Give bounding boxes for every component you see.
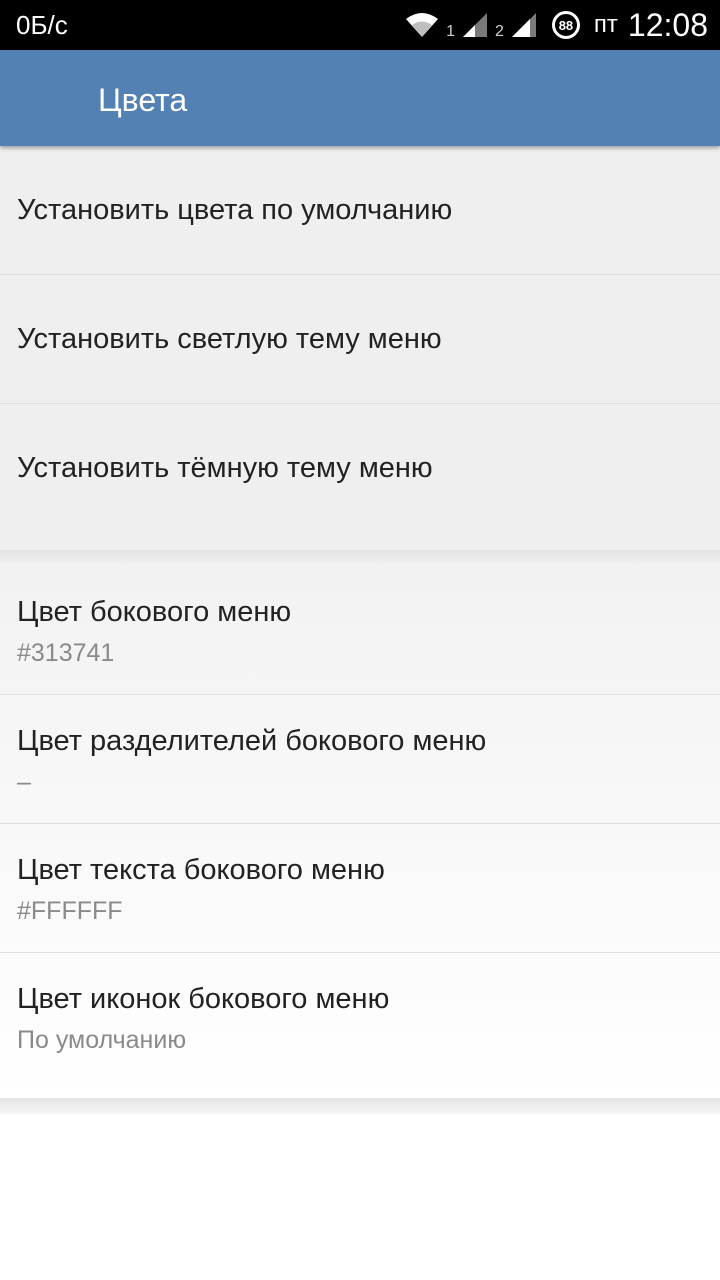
- side-menu-text-color-item[interactable]: Цвет текста бокового меню #FFFFFF: [0, 824, 720, 953]
- section-separator: [0, 550, 720, 566]
- status-clock: 12:08: [627, 6, 708, 43]
- side-menu-color-item[interactable]: Цвет бокового меню #313741: [0, 566, 720, 695]
- side-menu-divider-color-item[interactable]: Цвет разделителей бокового меню –: [0, 695, 720, 824]
- item-title: Установить светлую тему меню: [17, 322, 442, 355]
- status-day: пт: [593, 11, 618, 38]
- item-title: Цвет текста бокового меню: [17, 854, 385, 886]
- status-bar: 0Б/с 1 2 88 пт 12:08: [0, 0, 720, 50]
- network-speed: 0Б/с: [16, 10, 68, 40]
- item-summary: –: [17, 768, 31, 796]
- theme-actions-section: Установить цвета по умолчанию Установить…: [0, 146, 720, 550]
- signal-sim1-icon: [461, 11, 489, 39]
- item-summary: #FFFFFF: [17, 897, 123, 925]
- item-title: Цвет бокового меню: [17, 596, 292, 628]
- status-icons: 1 2 88 пт 12:08: [404, 0, 708, 50]
- battery-icon: 88: [551, 11, 580, 39]
- item-summary: #313741: [17, 639, 115, 667]
- page-title: Цвета: [98, 82, 188, 118]
- color-settings-section: Цвет бокового меню #313741 Цвет разделит…: [0, 566, 720, 1098]
- set-default-colors-item[interactable]: Установить цвета по умолчанию: [0, 146, 720, 275]
- signal-sim2-icon: [510, 11, 538, 39]
- item-title: Цвет иконок бокового меню: [17, 983, 390, 1015]
- sim2-label: 2: [495, 23, 504, 40]
- app-bar: Цвета: [0, 50, 720, 146]
- section-separator: [0, 1098, 720, 1114]
- item-title: Цвет разделителей бокового меню: [17, 725, 487, 757]
- set-dark-theme-item[interactable]: Установить тёмную тему меню: [0, 404, 720, 533]
- item-title: Установить тёмную тему меню: [17, 452, 433, 484]
- set-light-theme-item[interactable]: Установить светлую тему меню: [0, 275, 720, 404]
- side-menu-icon-color-item[interactable]: Цвет иконок бокового меню По умолчанию: [0, 953, 720, 1082]
- wifi-icon: [404, 11, 440, 39]
- item-summary: По умолчанию: [17, 1026, 187, 1054]
- item-title: Установить цвета по умолчанию: [17, 193, 453, 226]
- sim1-label: 1: [446, 23, 456, 40]
